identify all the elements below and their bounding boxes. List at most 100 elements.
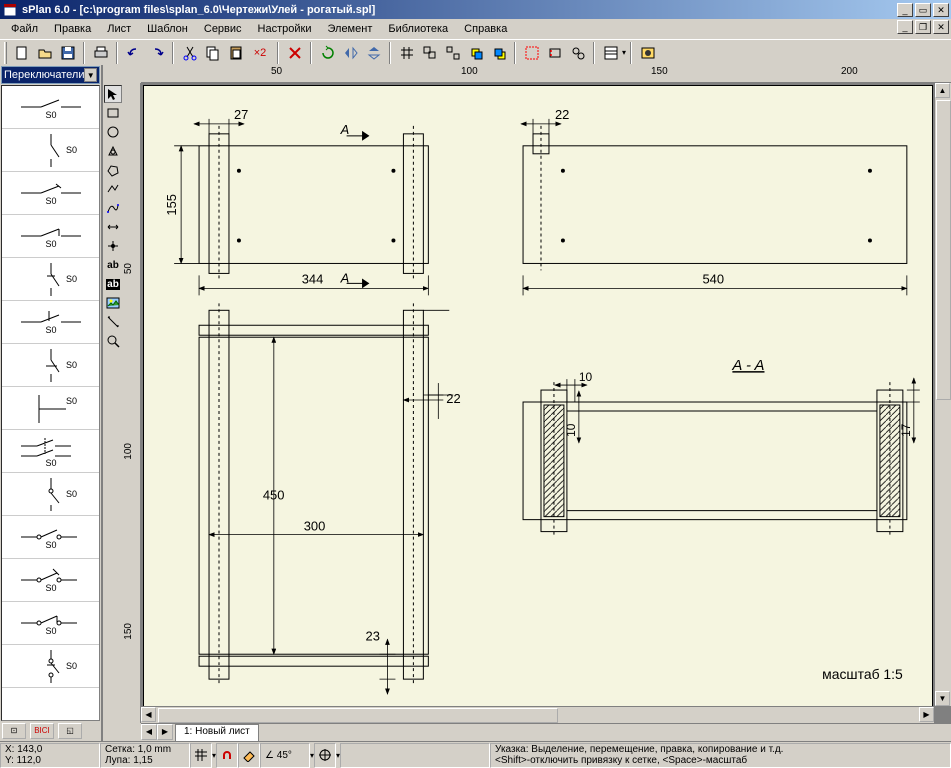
lib-zoom-fit-icon[interactable]: ⊡ xyxy=(2,723,26,739)
search-button[interactable] xyxy=(566,42,589,64)
mdi-close[interactable]: ✕ xyxy=(933,20,949,34)
library-item[interactable]: S0 xyxy=(2,602,99,645)
minimize-button[interactable]: _ xyxy=(897,3,913,17)
dimension-tool[interactable] xyxy=(104,218,122,236)
menu-element[interactable]: Элемент xyxy=(320,21,379,37)
rubber-toggle-icon[interactable] xyxy=(238,743,260,768)
library-item[interactable]: S0 xyxy=(2,430,99,473)
svg-text:S0: S0 xyxy=(45,110,56,120)
library-item[interactable]: S0 xyxy=(2,645,99,688)
zoom-tool[interactable] xyxy=(104,332,122,350)
paste-duplicate-button[interactable]: ×2 xyxy=(247,42,273,64)
ungroup-button[interactable] xyxy=(441,42,464,64)
line-tool[interactable] xyxy=(104,180,122,198)
properties-button[interactable] xyxy=(599,42,622,64)
tab-next-button[interactable]: ▶ xyxy=(157,724,173,740)
pointer-tool[interactable] xyxy=(104,85,122,103)
save-button[interactable] xyxy=(56,42,79,64)
close-button[interactable]: ✕ xyxy=(933,3,949,17)
origin-toggle-icon[interactable] xyxy=(314,743,336,768)
svg-text:27: 27 xyxy=(234,107,248,122)
menu-settings[interactable]: Настройки xyxy=(251,21,319,37)
library-item[interactable]: S0 xyxy=(2,215,99,258)
svg-text:S0: S0 xyxy=(66,360,77,370)
print-button[interactable] xyxy=(89,42,112,64)
library-item[interactable]: S0 xyxy=(2,344,99,387)
tool-palette: ab ab xyxy=(103,83,123,723)
menu-file[interactable]: Файл xyxy=(4,21,45,37)
mdi-restore[interactable]: ❐ xyxy=(915,20,931,34)
flip-h-button[interactable] xyxy=(339,42,362,64)
node-tool[interactable] xyxy=(104,237,122,255)
measure-tool[interactable] xyxy=(104,313,122,331)
menu-service[interactable]: Сервис xyxy=(197,21,249,37)
magnet-button[interactable] xyxy=(543,42,566,64)
redo-button[interactable] xyxy=(145,42,168,64)
scrollbar-vertical[interactable]: ▲ ▼ xyxy=(934,83,951,706)
rotate-button[interactable] xyxy=(316,42,339,64)
section-label: A - A xyxy=(731,357,764,374)
snap-grid-button[interactable] xyxy=(395,42,418,64)
to-back-button[interactable] xyxy=(487,42,510,64)
maximize-button[interactable]: ▭ xyxy=(915,3,931,17)
window-title: sPlan 6.0 - [c:\program files\splan_6.0\… xyxy=(22,4,897,16)
dropdown-arrow-icon[interactable]: ▼ xyxy=(84,68,97,82)
library-selector[interactable]: Переключатели ▼ xyxy=(1,66,100,84)
special-tool[interactable] xyxy=(104,142,122,160)
library-item[interactable]: S0 xyxy=(2,86,99,129)
grid-toggle-icon[interactable] xyxy=(190,743,212,768)
text-block-tool[interactable]: ab xyxy=(104,275,122,293)
polygon-tool[interactable] xyxy=(104,161,122,179)
scrollbar-horizontal[interactable]: ◀ ▶ xyxy=(141,706,934,723)
delete-button[interactable] xyxy=(283,42,306,64)
menu-template[interactable]: Шаблон xyxy=(140,21,195,37)
rect-tool[interactable] xyxy=(104,104,122,122)
status-hint: Указка: Выделение, перемещение, правка, … xyxy=(490,743,951,768)
group-button[interactable] xyxy=(418,42,441,64)
svg-text:S0: S0 xyxy=(66,145,77,155)
sheet-tab[interactable]: 1: Новый лист xyxy=(175,724,259,741)
to-front-button[interactable] xyxy=(464,42,487,64)
mdi-minimize[interactable]: _ xyxy=(897,20,913,34)
library-panel: Переключатели ▼ S0 S0 S0 S0 S0 S0 S0 S0 … xyxy=(0,65,103,741)
viewer-button[interactable] xyxy=(636,42,659,64)
svg-text:A: A xyxy=(340,122,350,137)
app-icon xyxy=(2,2,18,18)
paste-button[interactable] xyxy=(224,42,247,64)
svg-text:23: 23 xyxy=(366,628,380,643)
svg-text:155: 155 xyxy=(164,194,179,216)
status-angle[interactable]: ∠ 45° xyxy=(260,743,310,768)
image-tool[interactable] xyxy=(104,294,122,312)
open-button[interactable] xyxy=(33,42,56,64)
library-item[interactable]: S0 xyxy=(2,516,99,559)
library-item[interactable]: S0 xyxy=(2,258,99,301)
lib-toggle-icon[interactable]: ◱ xyxy=(58,723,82,739)
library-item[interactable]: S0 xyxy=(2,473,99,516)
library-item[interactable]: S0 xyxy=(2,301,99,344)
snap-toggle-icon[interactable] xyxy=(216,743,238,768)
svg-text:S0: S0 xyxy=(45,540,56,550)
lib-edit-icon[interactable]: BICI xyxy=(30,723,54,739)
svg-text:540: 540 xyxy=(702,271,724,286)
select-rect-button[interactable] xyxy=(520,42,543,64)
bezier-tool[interactable] xyxy=(104,199,122,217)
menu-library[interactable]: Библиотека xyxy=(381,21,455,37)
library-item[interactable]: S0 xyxy=(2,129,99,172)
circle-tool[interactable] xyxy=(104,123,122,141)
menu-help[interactable]: Справка xyxy=(457,21,514,37)
svg-text:S0: S0 xyxy=(66,661,77,671)
svg-text:17: 17 xyxy=(899,423,913,437)
menu-sheet[interactable]: Лист xyxy=(100,21,138,37)
library-item[interactable]: S0 xyxy=(2,387,99,430)
tab-prev-button[interactable]: ◀ xyxy=(141,724,157,740)
cut-button[interactable] xyxy=(178,42,201,64)
copy-button[interactable] xyxy=(201,42,224,64)
flip-v-button[interactable] xyxy=(362,42,385,64)
library-item[interactable]: S0 xyxy=(2,172,99,215)
text-tool[interactable]: ab xyxy=(104,256,122,274)
new-button[interactable] xyxy=(10,42,33,64)
menu-edit[interactable]: Правка xyxy=(47,21,98,37)
undo-button[interactable] xyxy=(122,42,145,64)
canvas[interactable]: 27 155 xyxy=(141,83,951,723)
library-item[interactable]: S0 xyxy=(2,559,99,602)
